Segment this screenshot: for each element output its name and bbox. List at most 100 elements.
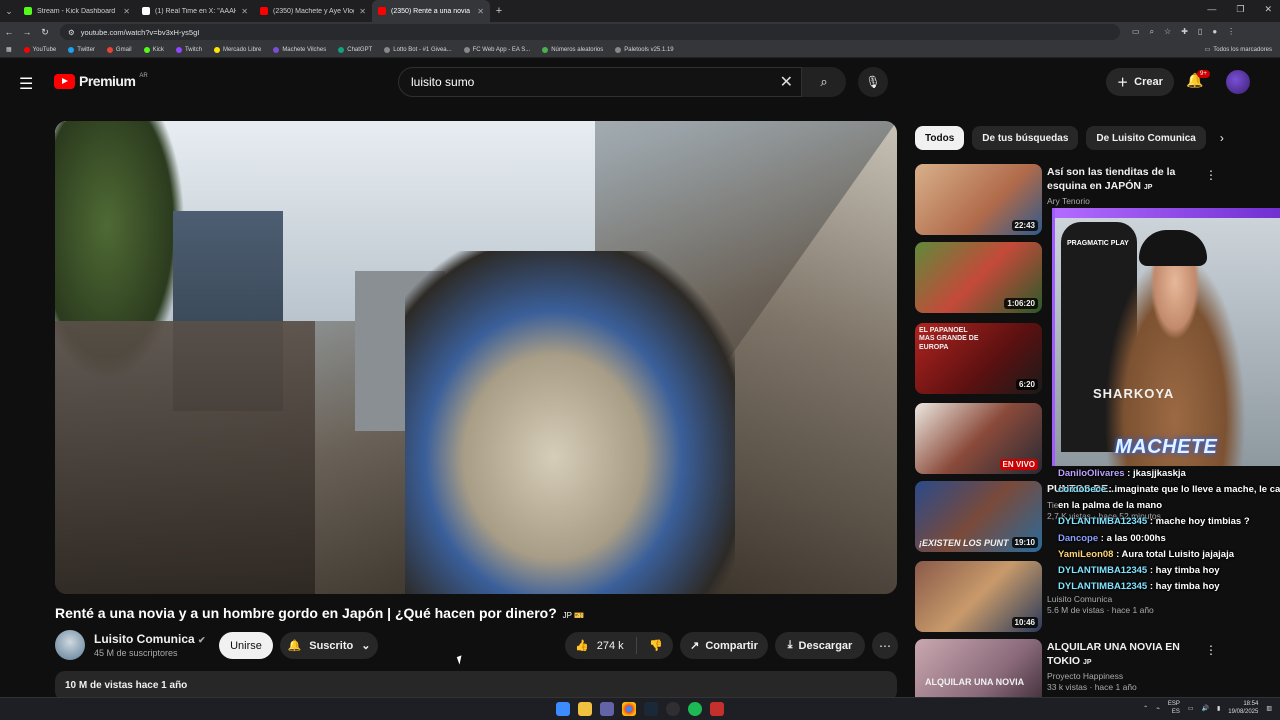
video-thumbnail[interactable]: EN VIVO xyxy=(915,403,1042,474)
dislike-button[interactable]: 👎 xyxy=(637,639,663,652)
close-tab-icon[interactable]: ✕ xyxy=(123,7,130,16)
share-button[interactable]: ↗ Compartir xyxy=(680,632,768,659)
search-button[interactable]: ⌕ xyxy=(802,67,846,97)
cast-icon[interactable]: ▭ xyxy=(1132,27,1140,37)
streamer-name-overlay: MACHETE xyxy=(1115,436,1218,458)
download-button[interactable]: ⤓ Descargar xyxy=(775,632,865,659)
stream-chat-overlay: DaniloOlivares : jkasjjkaskja cordobece … xyxy=(1058,466,1280,595)
download-icon: ⤓ xyxy=(787,639,793,651)
chat-message: YamiLeon08 : Aura total Luisito jajajaja xyxy=(1058,548,1234,560)
join-button[interactable]: Unirse xyxy=(219,632,273,659)
url-input[interactable]: ⚙ youtube.com/watch?v=bv3xH-ys5gI xyxy=(60,24,1120,40)
tab-search-icon[interactable]: ⌄ xyxy=(0,6,18,17)
recommendation-title[interactable]: ALQUILAR UNA NOVIA EN TOKIO JP xyxy=(1047,641,1197,668)
usb-icon[interactable]: ⌁ xyxy=(1156,705,1160,712)
browser-tab-3[interactable]: (2350) Renté a una novia y ✕ xyxy=(372,0,490,22)
bookmark-item[interactable]: Machete Vilches xyxy=(273,46,326,53)
bookmark-item[interactable]: YouTube xyxy=(23,46,56,53)
close-tab-icon[interactable]: ✕ xyxy=(477,7,484,16)
obs-icon[interactable] xyxy=(666,702,680,716)
search-input[interactable]: luisito sumo ✕ xyxy=(398,67,802,97)
language-indicator[interactable]: ESP ES xyxy=(1168,701,1180,717)
profile-icon[interactable]: ● xyxy=(1212,27,1217,37)
channel-avatar[interactable] xyxy=(55,630,85,660)
chip-from-searches[interactable]: De tus búsquedas xyxy=(972,126,1079,150)
volume-icon[interactable]: 🔊 xyxy=(1202,705,1209,712)
close-window-icon[interactable]: ✕ xyxy=(1264,4,1272,15)
create-button[interactable]: ＋ Crear xyxy=(1106,68,1174,96)
bookmark-item[interactable]: Gmail xyxy=(106,46,132,53)
subscribed-button[interactable]: 🔔 Suscrito ⌄ xyxy=(280,632,378,659)
youtube-header: ☰ Premium AR luisito sumo ✕ ⌕ 🎙 ＋ Crear 🔔… xyxy=(0,58,1280,108)
chevron-up-icon[interactable]: ⌃ xyxy=(1143,705,1148,712)
sidepanel-icon[interactable]: ▯ xyxy=(1198,27,1202,37)
search-icon: ⌕ xyxy=(820,74,828,89)
bookmark-item[interactable]: Mercado Libre xyxy=(213,46,261,53)
bookmark-item[interactable]: ChatGPT xyxy=(338,46,372,53)
bookmark-star-icon[interactable]: ☆ xyxy=(1164,27,1171,37)
bookmark-item[interactable]: Kick xyxy=(143,46,164,53)
file-explorer-icon[interactable] xyxy=(578,702,592,716)
bookmark-item[interactable]: Números aleatorios xyxy=(542,46,603,53)
extensions-icon[interactable]: ✚ xyxy=(1181,27,1188,37)
back-icon[interactable]: ← xyxy=(0,27,18,37)
chip-all[interactable]: Todos xyxy=(915,126,965,150)
window-controls: — ❐ ✕ xyxy=(1207,4,1272,15)
close-tab-icon[interactable]: ✕ xyxy=(359,7,366,16)
notification-center-icon[interactable]: ▥ xyxy=(1266,705,1272,712)
plus-icon: ＋ xyxy=(1117,77,1129,89)
apps-icon[interactable]: ▦ xyxy=(6,46,12,53)
browser-tab-2[interactable]: (2350) Machete y Aye Vlogs - Y✕ xyxy=(254,0,372,22)
chevron-right-icon[interactable]: › xyxy=(1220,131,1224,145)
chat-message: DYLANTIMBA12345 : hay timba hoy xyxy=(1058,564,1220,576)
new-tab-icon[interactable]: + xyxy=(490,5,508,17)
browser-tab-0[interactable]: Stream - Kick Dashboard ✕ xyxy=(18,0,136,22)
bookmark-item[interactable]: Twitter xyxy=(68,46,95,53)
zoom-icon[interactable]: ⌕ xyxy=(1150,27,1154,37)
close-tab-icon[interactable]: ✕ xyxy=(241,7,248,16)
more-options-icon[interactable]: ⋮ xyxy=(1205,168,1217,182)
video-thumbnail[interactable]: 22:43 xyxy=(915,164,1042,235)
video-thumbnail[interactable]: 10:46 xyxy=(915,561,1042,632)
video-player[interactable] xyxy=(55,121,897,594)
channel-name[interactable]: Luisito Comunica ✔ xyxy=(94,632,206,646)
hamburger-menu-icon[interactable]: ☰ xyxy=(19,74,33,94)
more-actions-icon[interactable]: ⋯ xyxy=(872,632,898,659)
youtube-logo-icon xyxy=(54,73,75,89)
forward-icon[interactable]: → xyxy=(18,27,36,37)
battery-icon[interactable]: ▮ xyxy=(1217,705,1220,712)
bookmark-item[interactable]: Paletools v25.1.19 xyxy=(615,46,674,53)
browser-tab-1[interactable]: (1) Real Time en X: "AAAHH NO✕ xyxy=(136,0,254,22)
browser-menu-icon[interactable]: ⋮ xyxy=(1227,27,1235,37)
maximize-icon[interactable]: ❐ xyxy=(1236,4,1244,15)
clock[interactable]: 18:54 19/08/2025 xyxy=(1228,701,1258,717)
video-thumbnail[interactable]: 1:06:20 xyxy=(915,242,1042,313)
bookmark-item[interactable]: FC Web App - EA S... xyxy=(463,46,530,53)
teams-icon[interactable] xyxy=(600,702,614,716)
like-button[interactable]: 👍 274 k xyxy=(565,637,637,654)
channel-row: Luisito Comunica ✔ 45 M de suscriptores xyxy=(55,630,206,660)
clear-search-icon[interactable]: ✕ xyxy=(780,72,793,92)
bookmarks-bar: ▦ YouTube Twitter Gmail Kick Twitch Merc… xyxy=(0,42,1280,58)
video-thumbnail[interactable]: ¡EXISTEN LOS PUNT 19:10 xyxy=(915,481,1042,552)
video-thumbnail[interactable]: EL PAPANOEL MAS GRANDE DE EUROPA 6:20 xyxy=(915,323,1042,394)
recommendation-title[interactable]: Así son las tienditas de la esquina en J… xyxy=(1047,166,1197,193)
all-bookmarks[interactable]: ▭ Todos los marcadores xyxy=(1205,46,1272,54)
account-avatar[interactable] xyxy=(1226,70,1250,94)
minimize-icon[interactable]: — xyxy=(1207,4,1216,15)
more-options-icon[interactable]: ⋮ xyxy=(1205,643,1217,657)
chat-message: Dancope : a las 00:00hs xyxy=(1058,532,1166,544)
start-icon[interactable] xyxy=(556,702,570,716)
chrome-icon[interactable] xyxy=(622,702,636,716)
chip-from-channel[interactable]: De Luisito Comunica xyxy=(1086,126,1206,150)
network-icon[interactable]: ▭ xyxy=(1188,705,1194,712)
reload-icon[interactable]: ↻ xyxy=(36,27,54,38)
bookmark-item[interactable]: Twitch xyxy=(175,46,202,53)
bookmark-item[interactable]: Lotto Bot - #1 Givea... xyxy=(384,46,452,53)
youtube-premium-logo[interactable]: Premium AR xyxy=(54,73,148,89)
steam-icon[interactable] xyxy=(644,702,658,716)
spotify-icon[interactable] xyxy=(688,702,702,716)
site-info-icon[interactable]: ⚙ xyxy=(68,28,75,37)
app-icon[interactable] xyxy=(710,702,724,716)
voice-search-button[interactable]: 🎙 xyxy=(858,67,888,97)
